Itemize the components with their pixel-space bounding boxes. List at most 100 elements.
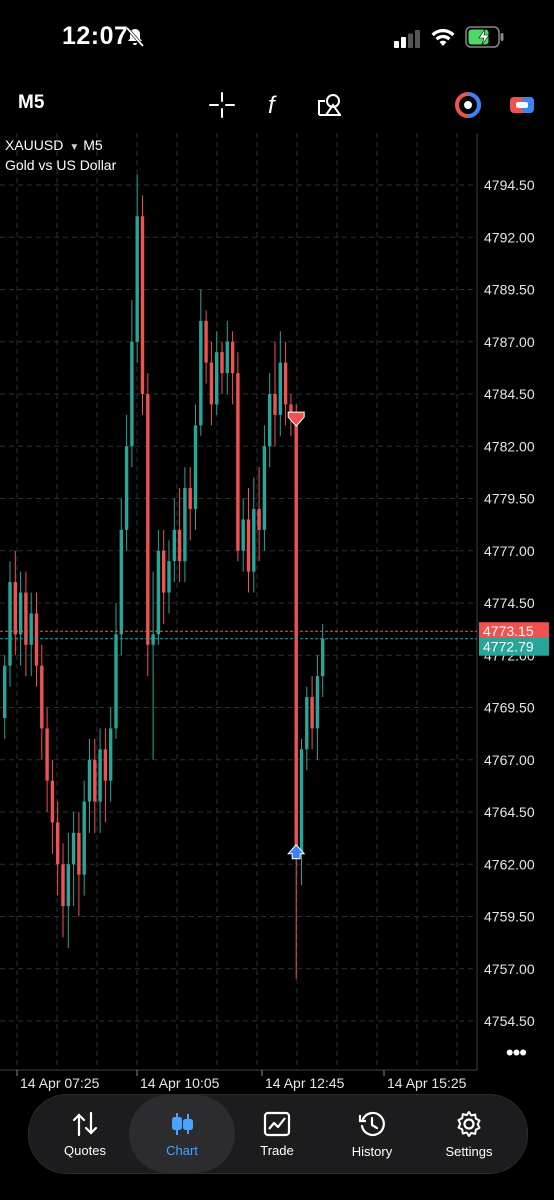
candle-body[interactable] [268,394,272,447]
tab-history[interactable]: History [324,1095,420,1173]
candle-body[interactable] [167,561,171,593]
timeframe-button[interactable]: M5 [18,92,44,114]
candle-body[interactable] [114,634,118,729]
settings-gear-icon [457,1110,481,1137]
candle-body[interactable] [98,749,102,802]
symbol-selector[interactable]: XAUUSD ▼ M5 [5,137,103,153]
bell-slash-icon [124,26,146,53]
candle-body[interactable] [273,394,277,415]
candle-body[interactable] [193,425,198,509]
bid-price-label: 4772.79 [483,639,534,655]
candle-body[interactable] [8,582,12,666]
candle-body[interactable] [130,341,134,447]
svg-text:f: f [268,92,277,119]
more-options-icon[interactable]: ••• [506,1040,527,1066]
price-chart[interactable]: 4794.50 4792.00 4789.50 4787.00 4784.50 4782.… [0,133,554,1093]
candle-body[interactable] [140,216,145,394]
candlestick-chart: 4794.50 4792.00 4789.50 4787.00 4784.50 4782.… [0,133,549,1091]
tab-label: Settings [445,1143,493,1159]
candle-body[interactable] [18,592,23,635]
tab-settings[interactable]: Settings [421,1095,517,1173]
candle-body[interactable] [40,665,44,729]
candle-body[interactable] [87,759,92,802]
symbol-name: XAUUSD [5,137,64,153]
crosshair-icon[interactable] [207,90,237,120]
candle-body[interactable] [321,638,325,677]
candle-body[interactable] [93,759,97,802]
price-axis-label: 4792.00 [484,229,535,245]
candle-body[interactable] [183,488,187,562]
candle-body[interactable] [236,373,240,551]
candle-body[interactable] [156,550,161,635]
candle-body[interactable] [162,550,166,593]
candle-body[interactable] [294,414,298,854]
indicators-icon[interactable]: f [262,90,292,120]
candle-body[interactable] [119,529,123,635]
candle-body[interactable] [310,697,314,729]
price-axis-label: 4767.00 [484,752,535,768]
candle-body[interactable] [225,341,229,374]
candle-body[interactable] [283,362,288,405]
candle-body[interactable] [299,749,304,854]
candle-body[interactable] [151,634,155,645]
candle-body[interactable] [230,341,235,374]
candle-body[interactable] [177,529,182,562]
candle-body[interactable] [220,352,224,374]
tab-quotes[interactable]: Quotes [37,1095,133,1173]
candle-body[interactable] [34,613,39,666]
price-axis-label: 4784.50 [484,386,535,402]
price-axis-label: 4782.00 [484,438,535,454]
price-axis-label: 4779.50 [484,491,535,507]
candle-body[interactable] [124,446,129,530]
candle-body[interactable] [172,529,176,562]
candle-body[interactable] [13,582,17,635]
time-axis-label: 14 Apr 10:05 [140,1075,220,1091]
tab-label: Quotes [64,1142,106,1158]
candle-body[interactable] [188,488,192,509]
candle-body[interactable] [109,728,113,781]
wifi-icon [430,27,456,52]
candle-body[interactable] [135,216,139,342]
tab-label: Chart [166,1142,198,1158]
candle-body[interactable] [199,320,203,426]
candle-body[interactable] [246,519,251,572]
candle-body[interactable] [209,362,214,405]
candle-body[interactable] [45,728,49,781]
time-axis-label: 14 Apr 15:25 [387,1075,467,1091]
candle-body[interactable] [103,749,108,781]
candle-body[interactable] [3,665,7,718]
candle-body[interactable] [66,864,70,907]
objects-icon[interactable] [316,90,346,120]
candle-body[interactable] [82,801,86,875]
price-axis-label: 4774.50 [484,595,535,611]
candle-body[interactable] [71,832,76,865]
candle-body[interactable] [278,362,282,415]
candle-body[interactable] [50,780,55,823]
tab-trade[interactable]: Trade [229,1095,325,1173]
candle-body[interactable] [262,446,267,530]
candle-body[interactable] [61,864,65,907]
candle-body[interactable] [146,394,150,645]
price-axis-label: 4759.50 [484,909,535,925]
status-bar: 12:07 [0,0,554,78]
candle-body[interactable] [315,676,320,729]
trade-chart-icon [263,1111,291,1136]
tab-label: History [351,1143,393,1159]
price-axis-label: 4762.00 [484,856,535,872]
candle-body[interactable] [56,822,60,865]
candle-body[interactable] [29,613,33,645]
one-click-trading-icon[interactable] [507,90,537,120]
candle-body[interactable] [215,352,219,405]
candle-body[interactable] [257,508,261,530]
trade-toggle-icon[interactable] [453,90,483,120]
candle-body[interactable] [241,519,245,551]
candle-body[interactable] [204,320,208,363]
candle-body[interactable] [77,832,81,875]
candle-body[interactable] [252,508,256,572]
price-axis-label: 4769.50 [484,700,535,716]
tab-chart[interactable]: Chart [129,1095,235,1173]
price-axis-label: 4764.50 [484,804,535,820]
signal-icon [394,30,422,53]
candle-body[interactable] [305,697,309,750]
candle-body[interactable] [24,592,28,645]
